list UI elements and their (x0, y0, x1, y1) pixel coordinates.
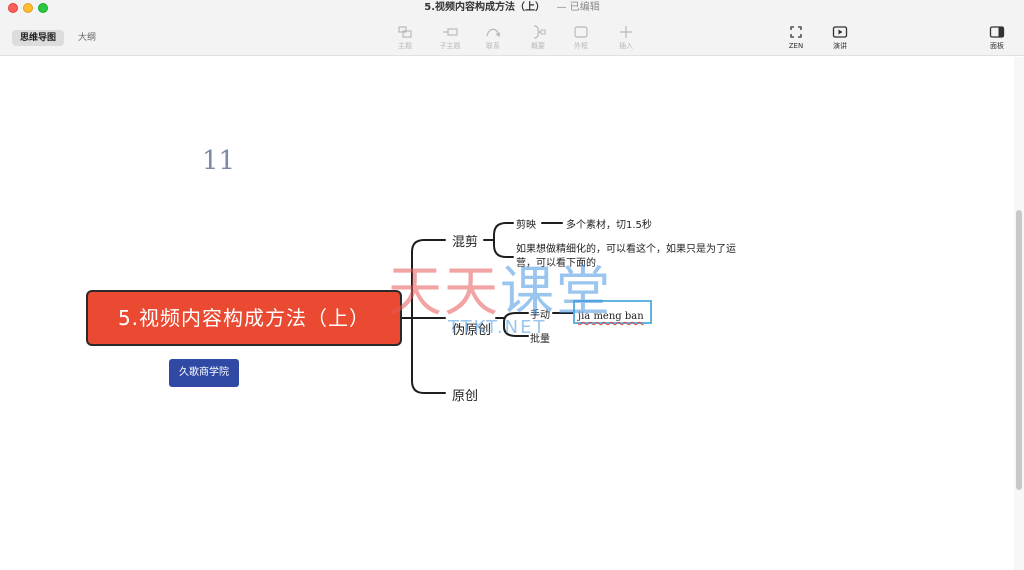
topic-tool-button[interactable]: 主题 (385, 24, 425, 52)
topic-icon (398, 26, 412, 38)
floating-topic-label[interactable]: 久歌商学院 (169, 359, 239, 387)
relationship-tool-label: 联系 (486, 42, 500, 50)
title-toolbar: 5.视频内容构成方法（上） — 已编辑 思维导图 大纲 主题 子主题 联系 概要… (0, 0, 1024, 56)
branch-topic-mixed-cut[interactable]: 混剪 (452, 231, 478, 250)
zen-mode-button[interactable]: ZEN (776, 24, 816, 52)
boundary-tool-label: 外框 (574, 42, 588, 50)
tab-mindmap[interactable]: 思维导图 (12, 30, 65, 46)
fullscreen-corners-icon (790, 26, 802, 38)
subtopic-note-materials[interactable]: 多个素材，切1.5秒 (566, 216, 652, 231)
subtopic-tool-button[interactable]: 子主题 (430, 24, 470, 52)
document-title: 5.视频内容构成方法（上） (424, 2, 546, 13)
present-label: 演讲 (833, 42, 847, 50)
topic-edit-text: jia meng ban (578, 311, 644, 322)
insert-tool-label: 插入 (619, 42, 633, 50)
present-button[interactable]: 演讲 (820, 24, 860, 52)
insert-tool-button[interactable]: 插入 (606, 24, 646, 52)
subtopic-jianying[interactable]: 剪映 (516, 216, 536, 231)
sidebar-panel-icon (989, 26, 1005, 38)
branch-topic-original[interactable]: 原创 (452, 385, 478, 404)
summary-tool-label: 概要 (531, 42, 545, 50)
topic-tool-label: 主题 (398, 42, 412, 50)
subtopic-tool-label: 子主题 (439, 42, 461, 50)
branch-topic-pseudo-original[interactable]: 伪原创 (452, 319, 491, 338)
subtopic-refinement-note[interactable]: 如果想做精细化的，可以看这个，如果只是为了运营，可以看下面的 (516, 243, 746, 271)
document-status: — 已编辑 (556, 2, 600, 13)
play-screen-icon (832, 26, 848, 38)
page-number-label: 11 (202, 146, 236, 176)
panel-label: 面板 (990, 42, 1004, 50)
root-topic[interactable]: 5.视频内容构成方法（上） (86, 290, 402, 346)
boundary-icon (574, 26, 588, 38)
subtopic-icon (443, 28, 458, 36)
summary-brace-icon (533, 25, 546, 39)
panel-button[interactable]: 面板 (977, 24, 1017, 52)
tab-outline[interactable]: 大纲 (70, 30, 104, 46)
relationship-curve-icon (486, 28, 501, 38)
relationship-tool-button[interactable]: 联系 (473, 24, 513, 52)
subtopic-batch[interactable]: 批量 (530, 330, 550, 345)
summary-tool-button[interactable]: 概要 (518, 24, 558, 52)
mindmap-app-window: 5.视频内容构成方法（上） — 已编辑 思维导图 大纲 主题 子主题 联系 概要… (0, 0, 1024, 570)
topic-edit-input[interactable]: jia meng ban (573, 300, 652, 324)
scrollbar-thumb[interactable] (1016, 210, 1022, 490)
zen-mode-label: ZEN (788, 42, 804, 50)
window-title-bar: 5.视频内容构成方法（上） — 已编辑 (0, 1, 1024, 15)
subtopic-manual[interactable]: 手动 (530, 306, 550, 321)
boundary-tool-button[interactable]: 外框 (561, 24, 601, 52)
plus-icon (620, 26, 632, 38)
mindmap-canvas[interactable]: 11 5.视频内容构成方法（上） 久歌商学院 混剪 剪映 多个素材，切1.5秒 … (0, 57, 1014, 570)
